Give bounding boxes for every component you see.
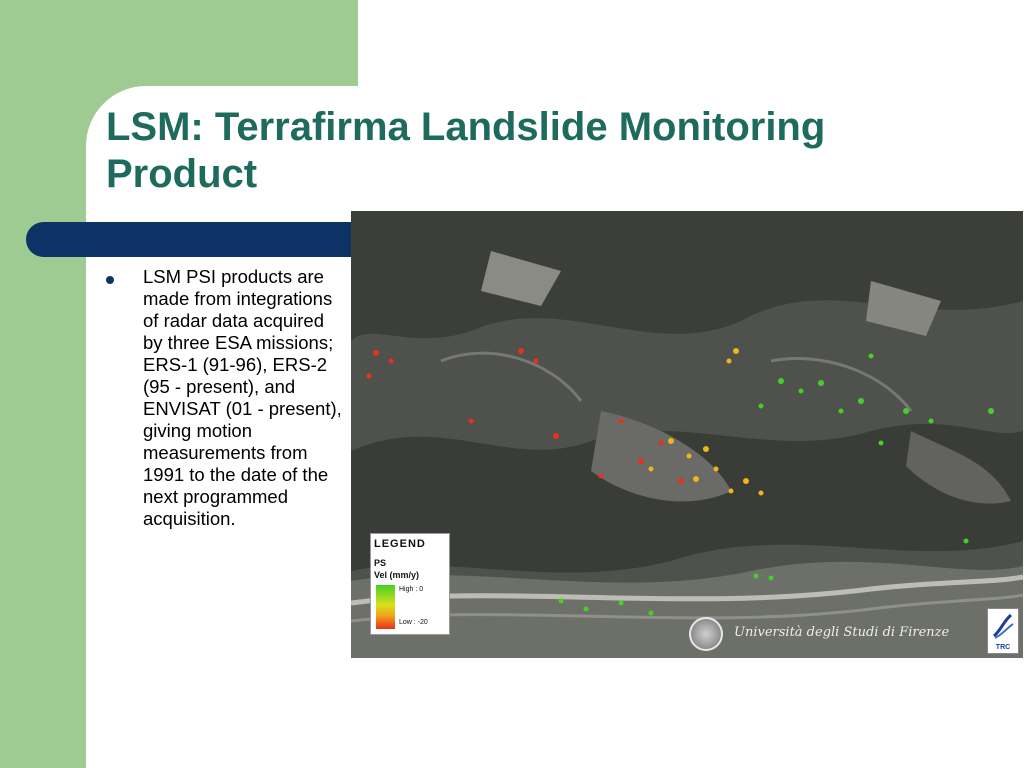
bullet-text: LSM PSI products are made from integrati… bbox=[143, 266, 342, 529]
legend-velocity-label: Vel (mm/y) bbox=[374, 570, 420, 580]
trc-swoosh-icon bbox=[992, 613, 1014, 639]
decorative-navy-bar bbox=[26, 222, 366, 257]
slide-title: LSM: Terrafirma Landslide Monitoring Pro… bbox=[106, 105, 826, 196]
trc-logo: TRC bbox=[987, 608, 1019, 654]
trc-logo-text: TRC bbox=[995, 644, 1011, 651]
university-seal-icon bbox=[689, 617, 723, 651]
legend-low-label: Low : -20 bbox=[399, 619, 428, 626]
terrain-illustration bbox=[351, 211, 1023, 658]
legend-ps-label: PS bbox=[374, 558, 387, 568]
legend-color-ramp bbox=[376, 585, 395, 629]
landslide-aerial-image: LEGEND PS Vel (mm/y) High : 0 Low : -20 … bbox=[351, 211, 1023, 658]
legend: LEGEND PS Vel (mm/y) High : 0 Low : -20 bbox=[370, 533, 450, 635]
university-name: Università degli Studi di Firenze bbox=[734, 625, 950, 640]
bullet-dot-icon bbox=[106, 276, 114, 284]
legend-title: LEGEND bbox=[374, 538, 426, 550]
bullet-list: LSM PSI products are made from integrati… bbox=[102, 266, 342, 530]
legend-high-label: High : 0 bbox=[399, 586, 424, 593]
bullet-item: LSM PSI products are made from integrati… bbox=[102, 266, 342, 530]
